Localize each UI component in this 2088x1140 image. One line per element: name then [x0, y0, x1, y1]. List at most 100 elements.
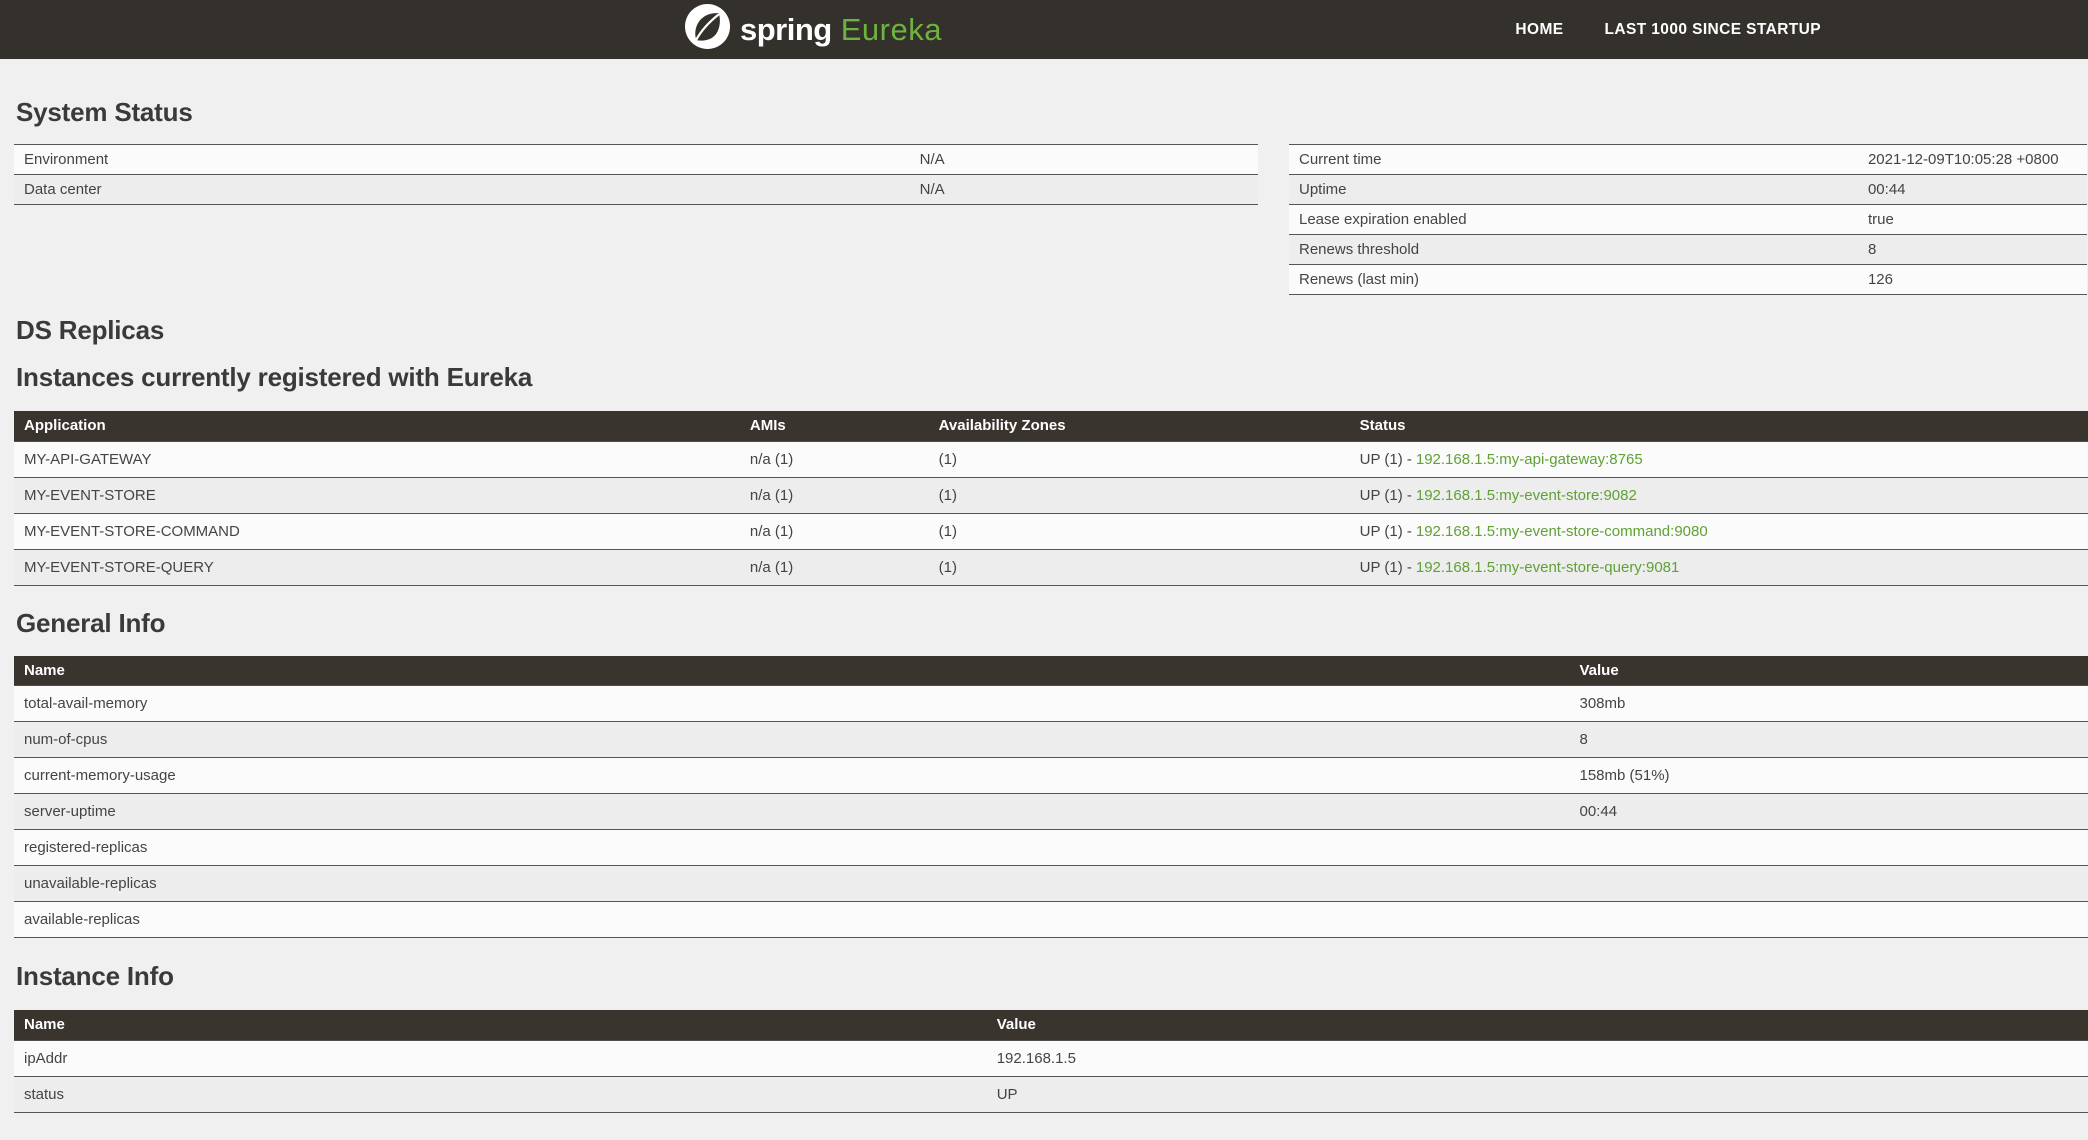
row-value — [1570, 902, 2088, 938]
col-status: Status — [1350, 411, 2088, 441]
row-value — [1570, 866, 2088, 902]
row-value: N/A — [910, 145, 1258, 175]
table-row: Lease expiration enabled true — [1289, 205, 2087, 235]
col-application: Application — [14, 411, 740, 441]
row-label: Environment — [14, 145, 910, 175]
instance-link[interactable]: 192.168.1.5:my-event-store-command:9080 — [1416, 523, 1708, 540]
row-label: unavailable-replicas — [14, 866, 1570, 902]
table-row: status UP — [14, 1076, 2088, 1112]
instance-row: MY-EVENT-STORE-COMMAND n/a (1) (1) UP (1… — [14, 513, 2088, 549]
col-amis: AMIs — [740, 411, 929, 441]
row-value: true — [1858, 205, 2087, 235]
amis-cell: n/a (1) — [740, 549, 929, 585]
brand-eureka-text: Eureka — [841, 12, 942, 48]
nav-link-home[interactable]: HOME — [1515, 21, 1563, 39]
page-content: System Status Environment N/A Data cente… — [0, 96, 2088, 1113]
zones-cell: (1) — [929, 477, 1350, 513]
system-status-heading: System Status — [16, 96, 2088, 129]
amis-cell: n/a (1) — [740, 513, 929, 549]
top-navbar: spring Eureka HOME LAST 1000 SINCE START… — [0, 0, 2088, 59]
instance-info-table: Name Value ipAddr 192.168.1.5 status UP — [14, 1010, 2088, 1113]
status-cell: UP (1) -192.168.1.5:my-event-store-query… — [1350, 549, 2088, 585]
status-text: UP (1) - — [1360, 487, 1412, 504]
status-text: UP (1) - — [1360, 451, 1412, 468]
row-label: current-memory-usage — [14, 758, 1570, 794]
instance-link[interactable]: 192.168.1.5:my-api-gateway:8765 — [1416, 451, 1643, 468]
row-label: Current time — [1289, 145, 1858, 175]
brand-spring-text: spring — [740, 12, 832, 48]
row-value: 8 — [1858, 235, 2087, 265]
general-info-heading: General Info — [16, 607, 2088, 640]
application-cell: MY-EVENT-STORE-QUERY — [14, 549, 740, 585]
row-value: 00:44 — [1570, 794, 2088, 830]
system-status-right-table: Current time 2021-12-09T10:05:28 +0800 U… — [1289, 144, 2087, 295]
instances-table: Application AMIs Availability Zones Stat… — [14, 411, 2088, 586]
instance-info-header: Name Value — [14, 1010, 2088, 1040]
table-row: Data center N/A — [14, 175, 1258, 205]
table-row: Current time 2021-12-09T10:05:28 +0800 — [1289, 145, 2087, 175]
instance-link[interactable]: 192.168.1.5:my-event-store-query:9081 — [1416, 559, 1680, 576]
system-status-tables: Environment N/A Data center N/A Current … — [14, 144, 2088, 295]
table-row: num-of-cpus 8 — [14, 722, 2088, 758]
row-value: UP — [987, 1076, 2088, 1112]
instance-row: MY-API-GATEWAY n/a (1) (1) UP (1) -192.1… — [14, 441, 2088, 477]
zones-cell: (1) — [929, 513, 1350, 549]
amis-cell: n/a (1) — [740, 441, 929, 477]
row-value: 126 — [1858, 265, 2087, 295]
col-name: Name — [14, 1010, 987, 1040]
row-label: status — [14, 1076, 987, 1112]
row-label: Uptime — [1289, 175, 1858, 205]
application-cell: MY-EVENT-STORE-COMMAND — [14, 513, 740, 549]
row-value: 8 — [1570, 722, 2088, 758]
table-row: total-avail-memory 308mb — [14, 686, 2088, 722]
instance-row: MY-EVENT-STORE n/a (1) (1) UP (1) -192.1… — [14, 477, 2088, 513]
spring-leaf-icon — [684, 3, 731, 50]
col-value: Value — [987, 1010, 2088, 1040]
general-info-header: Name Value — [14, 656, 2088, 686]
table-row: registered-replicas — [14, 830, 2088, 866]
row-value — [1570, 830, 2088, 866]
general-info-table: Name Value total-avail-memory 308mb num-… — [14, 656, 2088, 939]
row-label: registered-replicas — [14, 830, 1570, 866]
row-label: total-avail-memory — [14, 686, 1570, 722]
instance-info-heading: Instance Info — [16, 960, 2088, 993]
zones-cell: (1) — [929, 441, 1350, 477]
system-status-left-table: Environment N/A Data center N/A — [14, 144, 1258, 205]
nav-link-last-1000[interactable]: LAST 1000 SINCE STARTUP — [1605, 21, 1821, 39]
row-value: 00:44 — [1858, 175, 2087, 205]
row-label: Renews threshold — [1289, 235, 1858, 265]
row-value: N/A — [910, 175, 1258, 205]
eureka-brand: spring Eureka — [684, 0, 942, 59]
status-cell: UP (1) -192.168.1.5:my-api-gateway:8765 — [1350, 441, 2088, 477]
row-label: num-of-cpus — [14, 722, 1570, 758]
zones-cell: (1) — [929, 549, 1350, 585]
status-cell: UP (1) -192.168.1.5:my-event-store:9082 — [1350, 477, 2088, 513]
table-row: unavailable-replicas — [14, 866, 2088, 902]
table-row: Uptime 00:44 — [1289, 175, 2087, 205]
table-row: Renews threshold 8 — [1289, 235, 2087, 265]
instance-link[interactable]: 192.168.1.5:my-event-store:9082 — [1416, 487, 1637, 504]
col-value: Value — [1570, 656, 2088, 686]
row-label: Lease expiration enabled — [1289, 205, 1858, 235]
application-cell: MY-API-GATEWAY — [14, 441, 740, 477]
application-cell: MY-EVENT-STORE — [14, 477, 740, 513]
table-row: available-replicas — [14, 902, 2088, 938]
amis-cell: n/a (1) — [740, 477, 929, 513]
row-value: 2021-12-09T10:05:28 +0800 — [1858, 145, 2087, 175]
table-row: server-uptime 00:44 — [14, 794, 2088, 830]
row-value: 158mb (51%) — [1570, 758, 2088, 794]
col-name: Name — [14, 656, 1570, 686]
table-row: ipAddr 192.168.1.5 — [14, 1040, 2088, 1076]
row-label: available-replicas — [14, 902, 1570, 938]
col-availability-zones: Availability Zones — [929, 411, 1350, 441]
instances-heading: Instances currently registered with Eure… — [16, 361, 2088, 394]
status-cell: UP (1) -192.168.1.5:my-event-store-comma… — [1350, 513, 2088, 549]
table-row: current-memory-usage 158mb (51%) — [14, 758, 2088, 794]
row-label: ipAddr — [14, 1040, 987, 1076]
row-label: server-uptime — [14, 794, 1570, 830]
ds-replicas-heading: DS Replicas — [16, 314, 2088, 347]
row-label: Renews (last min) — [1289, 265, 1858, 295]
status-text: UP (1) - — [1360, 559, 1412, 576]
table-row: Environment N/A — [14, 145, 1258, 175]
row-label: Data center — [14, 175, 910, 205]
